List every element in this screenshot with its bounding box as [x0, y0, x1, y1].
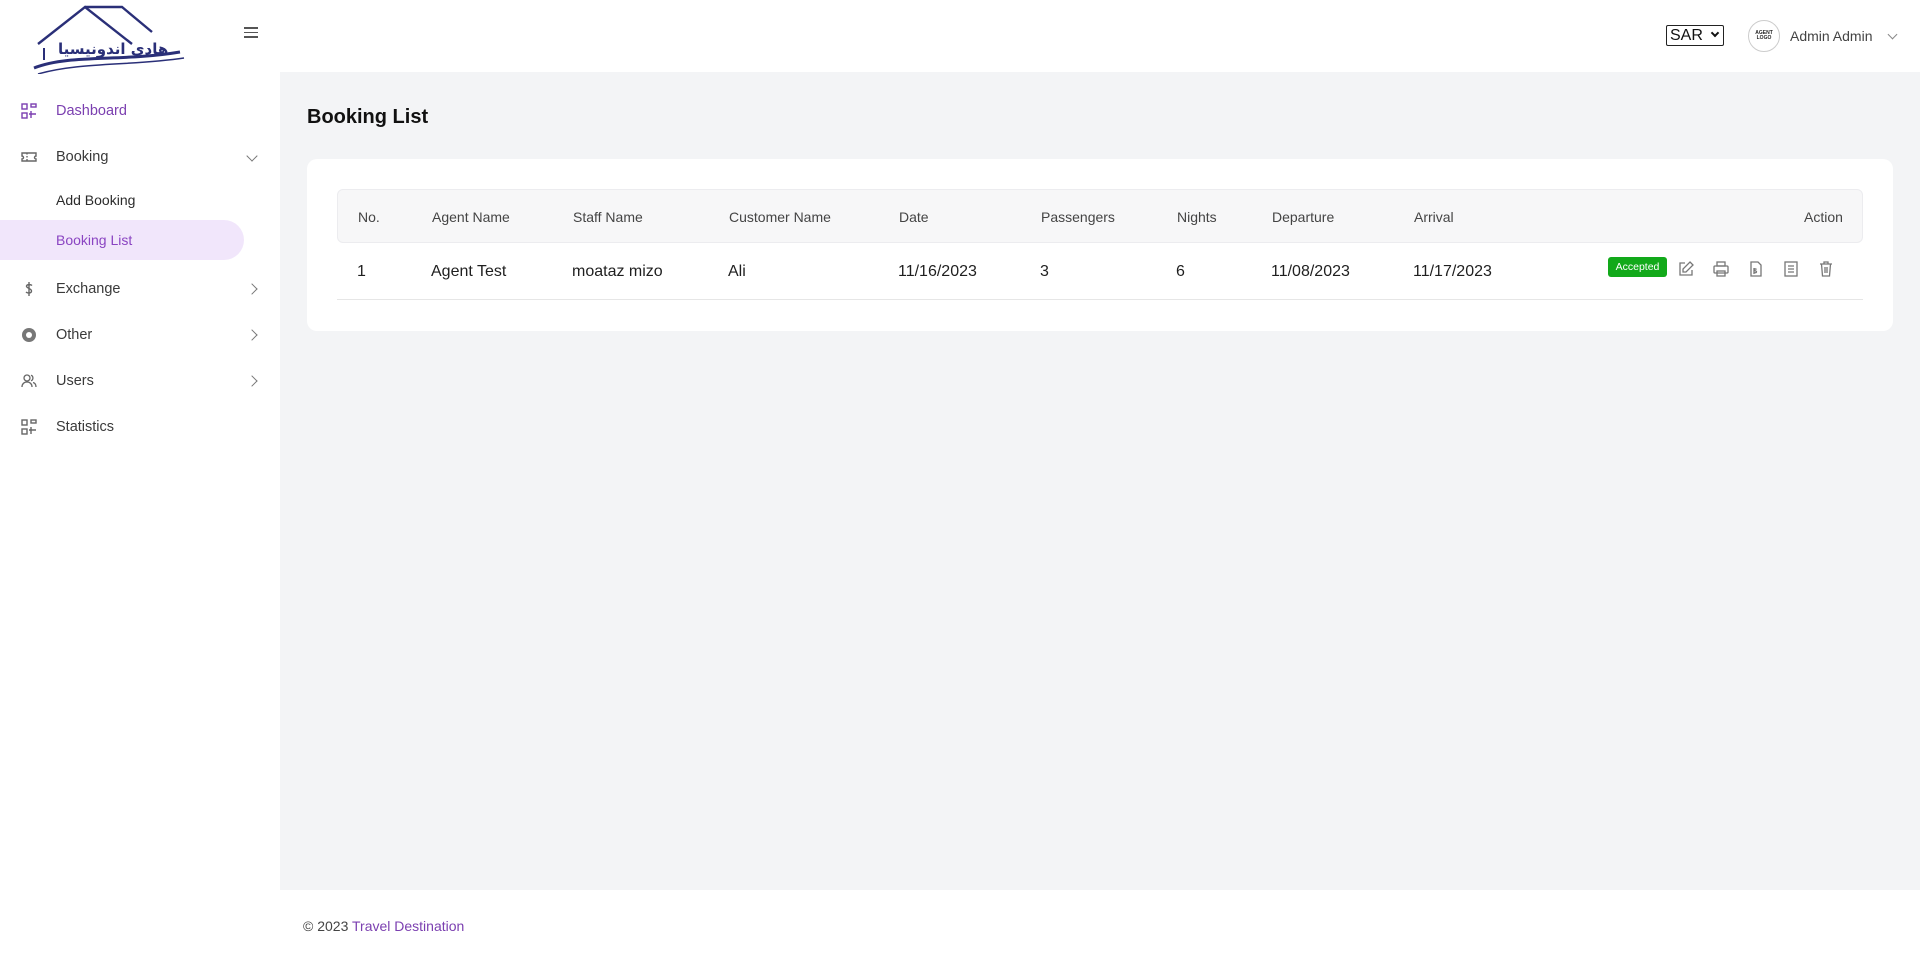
column-header: Customer Name — [729, 209, 831, 225]
sidebar-item-other[interactable]: Other — [0, 312, 280, 358]
sidebar-subitem-add-booking[interactable]: Add Booking — [0, 180, 280, 220]
currency-select[interactable]: SAR — [1666, 25, 1724, 46]
sidebar-item-booking[interactable]: Booking — [0, 134, 280, 180]
column-header: Arrival — [1414, 209, 1454, 225]
edit-icon[interactable] — [1677, 260, 1695, 278]
booking-table-card: No. Agent Name Staff Name Customer Name … — [307, 159, 1893, 331]
sidebar-item-exchange[interactable]: Exchange — [0, 266, 280, 312]
statistics-icon — [21, 419, 37, 435]
sidebar-nav: Dashboard Booking Add Booking Booking Li… — [0, 88, 280, 450]
top-header: SAR AGENT LOGO Admin Admin — [280, 0, 1920, 72]
chevron-right-icon — [246, 375, 258, 387]
brand-logo[interactable]: هادي اندونيسيا — [30, 4, 190, 75]
sidebar-subitem-label: Booking List — [56, 232, 133, 248]
document-icon[interactable] — [1782, 260, 1800, 278]
cell-passengers: 3 — [1040, 263, 1049, 280]
avatar-text: AGENT LOGO — [1755, 30, 1773, 41]
sidebar-item-label: Other — [56, 327, 93, 343]
column-header: Agent Name — [432, 209, 510, 225]
column-header: Departure — [1272, 209, 1335, 225]
cell-departure: 11/08/2023 — [1271, 263, 1350, 280]
column-header: Date — [899, 209, 929, 225]
chevron-right-icon — [246, 283, 258, 295]
chevron-right-icon — [246, 329, 258, 341]
sidebar-item-dashboard[interactable]: Dashboard — [0, 88, 280, 134]
print-icon[interactable] — [1712, 260, 1730, 278]
column-header: Staff Name — [573, 209, 643, 225]
column-header: Action — [1804, 209, 1843, 225]
copyright-text: © 2023 — [303, 918, 349, 934]
cell-no: 1 — [357, 263, 366, 280]
sidebar-subitem-booking-list[interactable]: Booking List — [0, 220, 244, 260]
footer: © 2023 Travel Destination — [280, 890, 1920, 961]
ticket-icon — [21, 149, 37, 165]
table-header: No. Agent Name Staff Name Customer Name … — [337, 189, 1863, 243]
cell-nights: 6 — [1176, 263, 1185, 280]
svg-text:هادي اندونيسيا: هادي اندونيسيا — [58, 40, 168, 59]
users-icon — [21, 373, 37, 389]
cell-date: 11/16/2023 — [898, 263, 977, 280]
status-badge: Accepted — [1608, 257, 1667, 277]
menu-toggle-icon[interactable] — [244, 27, 258, 39]
footer-brand-link[interactable]: Travel Destination — [352, 918, 464, 934]
user-menu[interactable]: Admin Admin — [1790, 28, 1872, 44]
footer-copyright: © 2023 Travel Destination — [303, 918, 464, 934]
table-row[interactable]: 1 Agent Test moataz mizo Ali 11/16/2023 … — [337, 243, 1863, 300]
sidebar-subitem-label: Add Booking — [56, 192, 136, 208]
currency-value: SAR — [1670, 26, 1703, 44]
invoice-icon[interactable] — [1747, 260, 1765, 278]
chevron-down-icon — [246, 150, 258, 162]
circle-icon — [21, 327, 37, 343]
sidebar-item-users[interactable]: Users — [0, 358, 280, 404]
booking-table: No. Agent Name Staff Name Customer Name … — [337, 189, 1863, 300]
page-title: Booking List — [307, 106, 429, 128]
dashboard-icon — [21, 103, 37, 119]
cell-staff-name: moataz mizo — [572, 263, 663, 280]
sidebar-item-label: Users — [56, 373, 94, 389]
avatar[interactable]: AGENT LOGO — [1748, 20, 1780, 52]
sidebar-item-label: Booking — [56, 149, 109, 165]
dollar-icon — [21, 281, 37, 297]
trash-icon[interactable] — [1817, 260, 1835, 278]
cell-customer-name: Ali — [728, 263, 746, 280]
column-header: Passengers — [1041, 209, 1115, 225]
column-header: No. — [358, 209, 380, 225]
chevron-down-icon[interactable] — [1887, 29, 1898, 40]
cell-agent-name: Agent Test — [431, 263, 507, 280]
sidebar-item-label: Statistics — [56, 419, 115, 435]
sidebar: هادي اندونيسيا Dashboard Booking Add Boo… — [0, 0, 280, 961]
sidebar-item-label: Exchange — [56, 281, 121, 297]
main-content: Booking List No. Agent Name Staff Name C… — [280, 72, 1920, 890]
column-header: Nights — [1177, 209, 1217, 225]
sidebar-item-statistics[interactable]: Statistics — [0, 404, 280, 450]
sidebar-item-label: Dashboard — [56, 103, 127, 119]
cell-arrival: 11/17/2023 — [1413, 263, 1492, 280]
chevron-down-icon — [1710, 28, 1720, 38]
